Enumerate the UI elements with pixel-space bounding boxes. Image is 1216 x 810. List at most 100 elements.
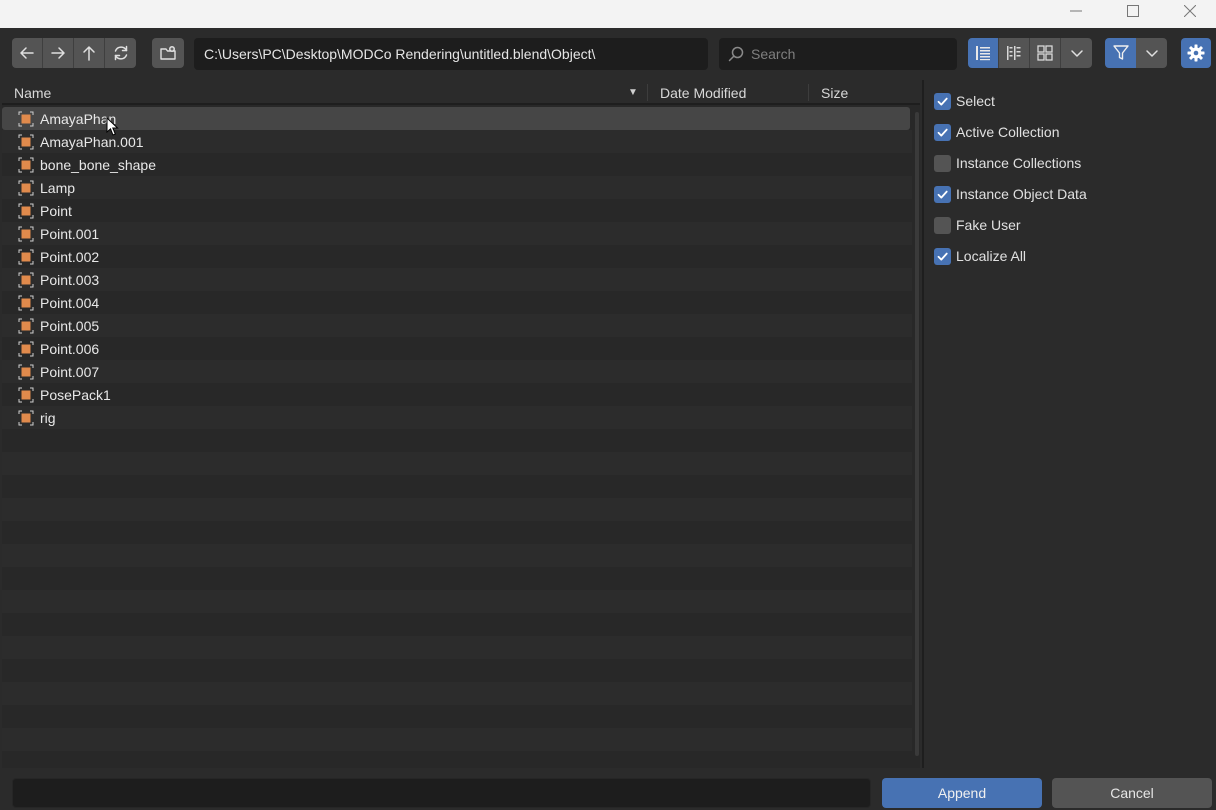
file-row[interactable]: rig bbox=[2, 406, 912, 429]
object-icon bbox=[17, 179, 35, 197]
file-row[interactable]: PosePack1 bbox=[2, 383, 912, 406]
checkbox-checked-icon[interactable] bbox=[934, 247, 951, 265]
horizontal-list-icon bbox=[1007, 46, 1021, 60]
checkbox-unchecked-icon[interactable] bbox=[934, 216, 951, 234]
option-label: Instance Object Data bbox=[956, 186, 1087, 202]
column-separator[interactable] bbox=[647, 84, 648, 101]
filter-toggle-button[interactable] bbox=[1105, 38, 1136, 68]
close-icon bbox=[1184, 5, 1196, 17]
file-name: Point bbox=[40, 202, 72, 219]
checkbox-unchecked-icon[interactable] bbox=[934, 154, 951, 172]
file-rows: AmayaPhan AmayaPhan.001 bone_bone_shape Lam… bbox=[2, 107, 912, 429]
option-checkbox[interactable]: Select bbox=[934, 90, 995, 112]
append-button[interactable]: Append bbox=[882, 778, 1042, 808]
file-row[interactable]: Point.005 bbox=[2, 314, 912, 337]
file-name: rig bbox=[40, 409, 56, 426]
cancel-button[interactable]: Cancel bbox=[1052, 778, 1212, 808]
file-row[interactable]: Point.001 bbox=[2, 222, 912, 245]
object-icon bbox=[17, 202, 35, 220]
cancel-button-label: Cancel bbox=[1110, 785, 1154, 801]
option-label: Fake User bbox=[956, 217, 1021, 233]
option-label: Instance Collections bbox=[956, 155, 1082, 171]
checkbox-checked-icon[interactable] bbox=[934, 92, 951, 110]
file-name: AmayaPhan bbox=[40, 110, 117, 127]
object-icon bbox=[17, 317, 35, 335]
filename-input[interactable] bbox=[12, 778, 871, 808]
file-name: AmayaPhan.001 bbox=[40, 133, 144, 150]
display-options-dropdown[interactable] bbox=[1061, 38, 1092, 68]
column-date-header[interactable]: Date Modified bbox=[660, 80, 746, 105]
vertical-list-view-button[interactable] bbox=[968, 38, 999, 68]
option-checkbox[interactable]: Fake User bbox=[934, 214, 1021, 236]
file-row[interactable]: Point bbox=[2, 199, 912, 222]
option-label: Select bbox=[956, 93, 995, 109]
bottom-bar: Append Cancel bbox=[0, 768, 1216, 810]
maximize-icon bbox=[1127, 5, 1139, 17]
search-placeholder: Search bbox=[751, 46, 796, 62]
append-options-panel: Select Active Collection Instance Collecti… bbox=[922, 80, 1216, 768]
file-name: Point.003 bbox=[40, 271, 100, 288]
column-name-header[interactable]: Name bbox=[14, 80, 51, 105]
sort-indicator-icon[interactable]: ▼ bbox=[628, 80, 638, 105]
file-name: Point.002 bbox=[40, 248, 100, 265]
create-directory-button[interactable] bbox=[152, 38, 184, 68]
option-checkbox[interactable]: Instance Collections bbox=[934, 152, 1081, 174]
search-input[interactable]: Search bbox=[719, 38, 957, 70]
file-row[interactable]: Point.006 bbox=[2, 337, 912, 360]
thumbnails-icon bbox=[1037, 45, 1053, 61]
file-name: bone_bone_shape bbox=[40, 156, 157, 173]
settings-toggle-button[interactable] bbox=[1181, 38, 1211, 68]
maximize-button[interactable] bbox=[1105, 0, 1161, 22]
close-window-button[interactable] bbox=[1162, 0, 1216, 22]
file-row[interactable]: Point.002 bbox=[2, 245, 912, 268]
window-titlebar bbox=[0, 0, 1216, 28]
refresh-button[interactable] bbox=[105, 38, 136, 68]
object-icon bbox=[17, 386, 35, 404]
parent-directory-button[interactable] bbox=[74, 38, 105, 68]
file-name: Point.001 bbox=[40, 225, 100, 242]
thumbnails-view-button[interactable] bbox=[1030, 38, 1061, 68]
arrow-right-icon bbox=[51, 47, 65, 59]
directory-path-input[interactable]: C:\Users\PC\Desktop\MODCo Rendering\unti… bbox=[194, 38, 708, 70]
file-row[interactable]: bone_bone_shape bbox=[2, 153, 912, 176]
file-name: Point.006 bbox=[40, 340, 100, 357]
navigation-group bbox=[12, 38, 136, 68]
checkbox-checked-icon[interactable] bbox=[934, 123, 951, 141]
column-size-label: Size bbox=[821, 84, 849, 101]
object-icon bbox=[17, 225, 35, 243]
file-name: PosePack1 bbox=[40, 386, 111, 403]
minimize-icon bbox=[1070, 10, 1082, 12]
directory-path-text: C:\Users\PC\Desktop\MODCo Rendering\unti… bbox=[204, 46, 596, 62]
column-separator[interactable] bbox=[808, 84, 809, 101]
file-list: Name ▼ Date Modified Size AmayaPhan Amaya… bbox=[2, 80, 920, 768]
object-icon bbox=[17, 409, 35, 427]
object-icon bbox=[17, 156, 35, 174]
file-row[interactable]: Point.003 bbox=[2, 268, 912, 291]
file-row[interactable]: AmayaPhan bbox=[2, 107, 910, 130]
object-icon bbox=[17, 133, 35, 151]
option-label: Active Collection bbox=[956, 124, 1060, 140]
object-icon bbox=[17, 271, 35, 289]
chevron-down-icon bbox=[1145, 50, 1158, 57]
file-row[interactable]: AmayaPhan.001 bbox=[2, 130, 912, 153]
option-checkbox[interactable]: Localize All bbox=[934, 245, 1026, 267]
object-icon bbox=[17, 294, 35, 312]
option-checkbox[interactable]: Instance Object Data bbox=[934, 183, 1087, 205]
option-checkbox[interactable]: Active Collection bbox=[934, 121, 1060, 143]
file-row[interactable]: Point.004 bbox=[2, 291, 912, 314]
checkbox-checked-icon[interactable] bbox=[934, 185, 951, 203]
filter-icon bbox=[1112, 45, 1129, 60]
back-button[interactable] bbox=[12, 38, 43, 68]
horizontal-list-view-button[interactable] bbox=[999, 38, 1030, 68]
column-date-label: Date Modified bbox=[660, 84, 747, 101]
file-row[interactable]: Point.007 bbox=[2, 360, 912, 383]
column-size-header[interactable]: Size bbox=[821, 80, 848, 105]
empty-list-area bbox=[2, 429, 912, 768]
minimize-button[interactable] bbox=[1048, 0, 1104, 22]
vertical-scrollbar[interactable] bbox=[915, 112, 919, 756]
option-label: Localize All bbox=[956, 248, 1027, 264]
file-row[interactable]: Lamp bbox=[2, 176, 912, 199]
forward-button[interactable] bbox=[43, 38, 74, 68]
filter-options-dropdown[interactable] bbox=[1136, 38, 1167, 68]
file-name: Point.005 bbox=[40, 317, 100, 334]
